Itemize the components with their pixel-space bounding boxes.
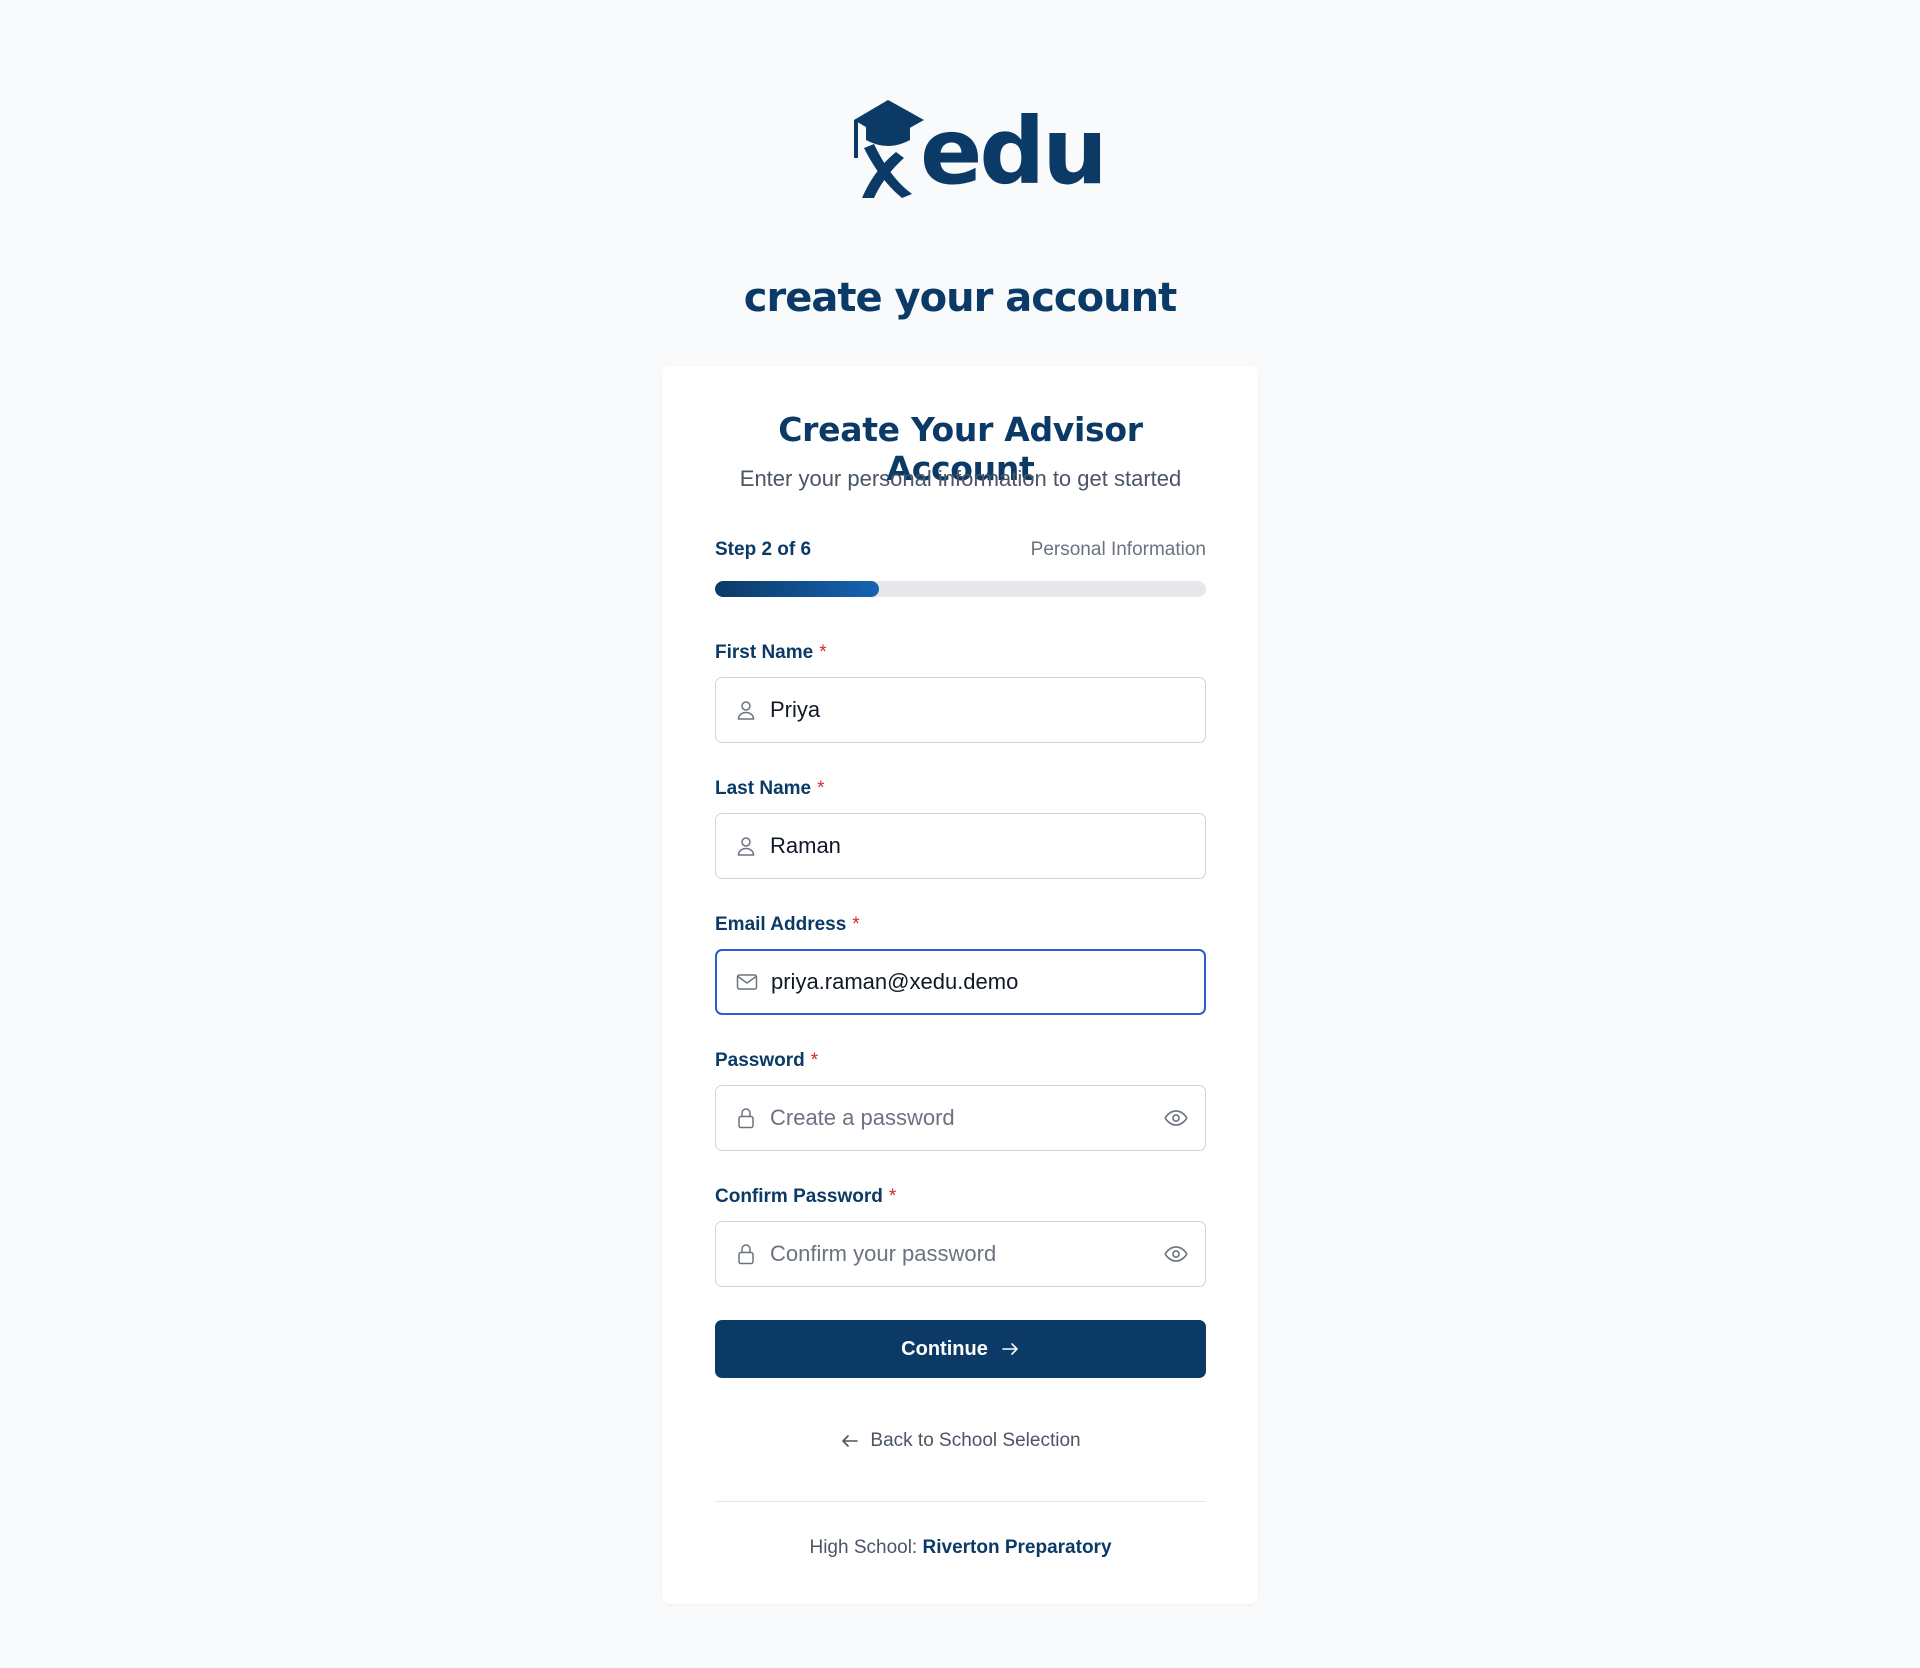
first-name-value[interactable]: Priya [770,697,820,723]
confirm-password-placeholder[interactable]: Confirm your password [770,1241,996,1267]
back-link-label[interactable]: Back to School Selection [870,1430,1080,1452]
xedu-logo: edu [852,98,1108,202]
required-marker: * [810,1050,819,1071]
school-name: Riverton Preparatory [922,1537,1112,1558]
continue-button-label: Continue [901,1337,988,1360]
required-marker: * [888,1186,897,1207]
confirm-password-label: Confirm Password * [715,1186,896,1208]
card-subtitle: Enter your personal information to get s… [739,466,1182,491]
divider [715,1501,1206,1502]
confirm-password-field[interactable]: Confirm your password [715,1221,1206,1287]
required-marker: * [817,778,825,799]
signup-card: Create Your Advisor Account Enter your p… [662,366,1258,1604]
email-label: Email Address * [715,914,860,936]
page-title: create your account [743,275,1177,321]
step-label: Step 2 of 6 [715,539,812,560]
lock-icon [734,1242,758,1266]
progress-fill [715,581,879,597]
arrow-right-icon [1002,1343,1018,1355]
lock-icon [734,1106,758,1130]
mail-icon [735,970,759,994]
arrow-left-icon [842,1435,859,1447]
last-name-value[interactable]: Raman [770,833,841,859]
logo-wordmark: edu [920,98,1108,205]
last-name-field[interactable]: Raman [715,813,1206,879]
password-label-text: Password [715,1050,805,1071]
back-to-school-selection-link[interactable]: Back to School Selection [715,1430,1206,1452]
school-prefix: High School: [809,1537,918,1558]
step-name: Personal Information [1030,539,1206,560]
email-value[interactable]: priya.raman@xedu.demo [771,969,1018,995]
user-icon [734,834,758,858]
confirm-password-label-text: Confirm Password [715,1186,883,1207]
last-name-label: Last Name * [715,778,825,800]
step-indicator: Step 2 of 6 Personal Information [715,539,1206,561]
user-icon [734,698,758,722]
email-field[interactable]: priya.raman@xedu.demo [715,949,1206,1015]
show-password-eye-icon[interactable] [1163,1105,1189,1131]
required-marker: * [852,914,860,935]
show-confirm-password-eye-icon[interactable] [1163,1241,1189,1267]
continue-button[interactable]: Continue [715,1320,1206,1378]
password-placeholder[interactable]: Create a password [770,1105,955,1131]
first-name-label: First Name * [715,642,827,664]
first-name-field[interactable]: Priya [715,677,1206,743]
email-label-text: Email Address [715,914,847,935]
password-label: Password * [715,1050,818,1072]
selected-school: High School: Riverton Preparatory [715,1537,1206,1559]
progress-bar [715,581,1206,597]
required-marker: * [819,642,827,663]
first-name-label-text: First Name [715,642,814,663]
signup-page: edu create your account Create Your Advi… [0,0,1920,1668]
password-field[interactable]: Create a password [715,1085,1206,1151]
last-name-label-text: Last Name [715,778,812,799]
